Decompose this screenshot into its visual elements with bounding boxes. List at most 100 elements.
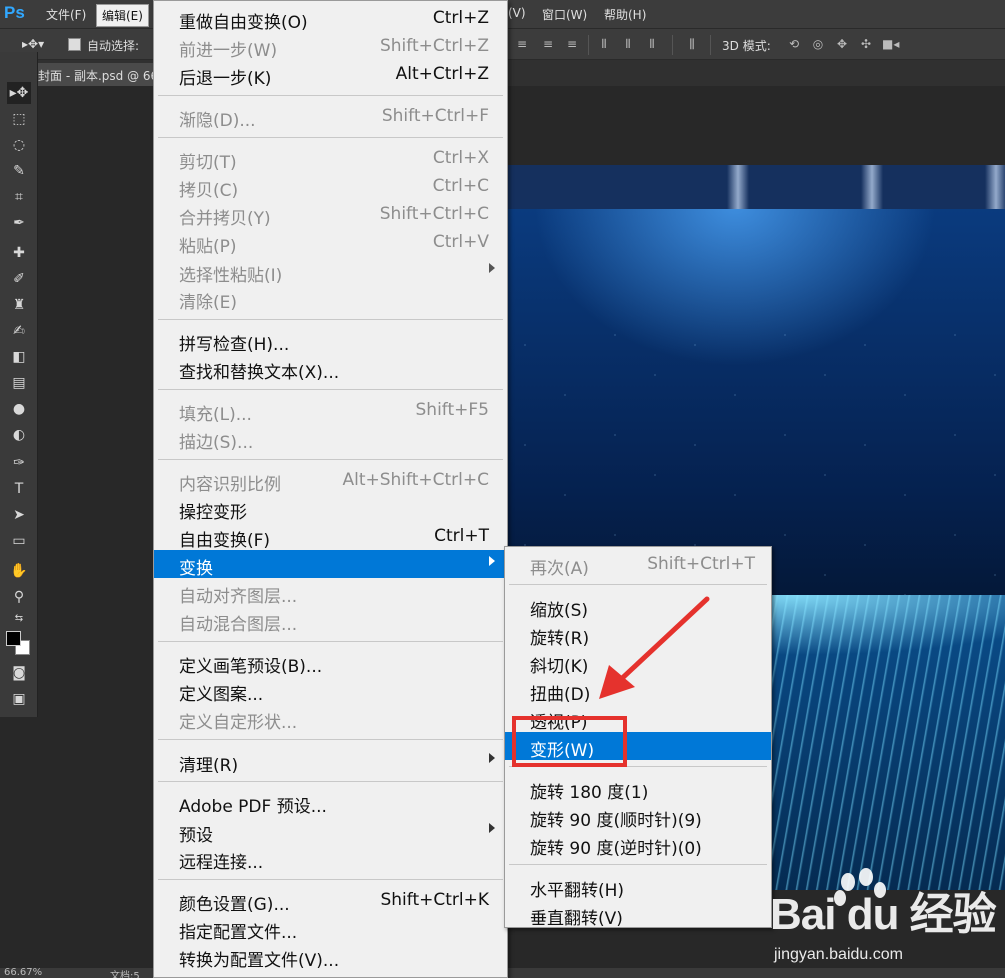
menu-item-clear[interactable]: 清除(E) bbox=[154, 284, 507, 313]
menu-item-copy-merged[interactable]: 合并拷贝(Y) Shift+Ctrl+C bbox=[154, 200, 507, 229]
align-top-icon[interactable]: ≡ bbox=[514, 37, 530, 51]
foreground-color-swatch[interactable] bbox=[6, 631, 21, 646]
lasso-tool-icon[interactable]: ◌ bbox=[7, 134, 31, 156]
stamp-tool-icon[interactable]: ♜ bbox=[7, 294, 31, 316]
3d-orbit-icon[interactable]: ⟲ bbox=[786, 37, 802, 51]
brush-tool-icon[interactable]: ✐ bbox=[7, 268, 31, 290]
3d-scale-icon[interactable]: ■◂ bbox=[882, 37, 899, 51]
quick-mask-icon[interactable]: ◙ bbox=[7, 662, 31, 684]
submenu-item-flip-vertical[interactable]: 垂直翻转(V) bbox=[505, 900, 771, 929]
menu-window[interactable]: 窗口(W) bbox=[542, 6, 587, 23]
screen-mode-icon[interactable]: ▣ bbox=[7, 688, 31, 710]
menu-help[interactable]: 帮助(H) bbox=[604, 6, 646, 23]
move-tool-preset-icon[interactable]: ▸✥▾ bbox=[22, 37, 44, 53]
toolbox: ▸✥ ⬚ ◌ ✎ ⌗ ✒ ✚ ✐ ♜ ✍ ◧ ▤ ● ◐ ✑ T ➤ ▭ ✋ ⚲… bbox=[0, 52, 38, 717]
document-tab[interactable]: 封面 - 副本.psd @ 66 bbox=[38, 63, 154, 86]
menu-item-auto-align-layers[interactable]: 自动对齐图层... bbox=[154, 578, 507, 607]
align-vcenter-icon[interactable]: ≡ bbox=[540, 37, 556, 51]
menu-item-spell-check[interactable]: 拼写检查(H)... bbox=[154, 326, 507, 355]
menu-separator bbox=[158, 739, 503, 740]
menu-item-cut[interactable]: 剪切(T) Ctrl+X bbox=[154, 144, 507, 173]
pen-tool-icon[interactable]: ✑ bbox=[7, 452, 31, 474]
crop-tool-icon[interactable]: ⌗ bbox=[7, 186, 31, 208]
menu-item-paste[interactable]: 粘贴(P) Ctrl+V bbox=[154, 228, 507, 257]
submenu-arrow-icon bbox=[489, 823, 495, 833]
menu-separator bbox=[158, 95, 503, 96]
menu-separator bbox=[158, 319, 503, 320]
zoom-tool-icon[interactable]: ⚲ bbox=[7, 586, 31, 608]
menu-item-redo[interactable]: 重做自由变换(O) Ctrl+Z bbox=[154, 4, 507, 33]
dodge-tool-icon[interactable]: ◐ bbox=[7, 424, 31, 446]
align-hcenter-icon[interactable]: ⫴ bbox=[620, 37, 636, 51]
blur-tool-icon[interactable]: ● bbox=[7, 398, 31, 420]
watermark-logo: Bai du 经验 bbox=[770, 890, 997, 939]
move-tool-icon[interactable]: ▸✥ bbox=[7, 82, 31, 104]
menu-separator bbox=[158, 641, 503, 642]
menu-item-define-brush[interactable]: 定义画笔预设(B)... bbox=[154, 648, 507, 677]
quick-select-tool-icon[interactable]: ✎ bbox=[7, 160, 31, 182]
marquee-tool-icon[interactable]: ⬚ bbox=[7, 108, 31, 130]
3d-roll-icon[interactable]: ◎ bbox=[810, 37, 826, 51]
3d-pan-icon[interactable]: ✥ bbox=[834, 37, 850, 51]
type-tool-icon[interactable]: T bbox=[7, 478, 31, 500]
align-bottom-icon[interactable]: ≡ bbox=[564, 37, 580, 51]
menu-item-stroke[interactable]: 描边(S)... bbox=[154, 424, 507, 453]
menu-item-remote-connections[interactable]: 远程连接... bbox=[154, 844, 507, 873]
align-left-icon[interactable]: ⫴ bbox=[596, 37, 612, 51]
menu-item-auto-blend-layers[interactable]: 自动混合图层... bbox=[154, 606, 507, 635]
menu-item-adobe-pdf-presets[interactable]: Adobe PDF 预设... bbox=[154, 788, 507, 817]
menu-item-fill[interactable]: 填充(L)... Shift+F5 bbox=[154, 396, 507, 425]
menu-item-find-replace[interactable]: 查找和替换文本(X)... bbox=[154, 354, 507, 383]
menu-item-transform[interactable]: 变换 bbox=[154, 550, 507, 579]
gradient-tool-icon[interactable]: ▤ bbox=[7, 372, 31, 394]
menu-item-step-backward[interactable]: 后退一步(K) Alt+Ctrl+Z bbox=[154, 60, 507, 89]
align-right-icon[interactable]: ⫴ bbox=[644, 37, 660, 51]
submenu-item-rotate-90-ccw[interactable]: 旋转 90 度(逆时针)(0) bbox=[505, 830, 771, 859]
zoom-level[interactable]: 66.67% bbox=[4, 967, 42, 978]
menu-separator bbox=[158, 459, 503, 460]
watermark-url: jingyan.baidu.com bbox=[774, 946, 903, 963]
path-select-tool-icon[interactable]: ➤ bbox=[7, 504, 31, 526]
submenu-item-again[interactable]: 再次(A) Shift+Ctrl+T bbox=[505, 550, 771, 579]
menu-edit[interactable]: 编辑(E) bbox=[96, 4, 149, 27]
eyedropper-tool-icon[interactable]: ✒ bbox=[7, 212, 31, 234]
menu-view[interactable]: (V) bbox=[508, 6, 526, 20]
menu-separator bbox=[509, 864, 767, 865]
hand-tool-icon[interactable]: ✋ bbox=[7, 560, 31, 582]
options-separator bbox=[710, 35, 711, 55]
3d-slide-icon[interactable]: ✣ bbox=[858, 37, 874, 51]
menu-item-purge[interactable]: 清理(R) bbox=[154, 747, 507, 776]
auto-align-icon[interactable]: ⫼ bbox=[684, 37, 700, 51]
menu-item-define-pattern[interactable]: 定义图案... bbox=[154, 676, 507, 705]
menu-item-content-aware-scale[interactable]: 内容识别比例 Alt+Shift+Ctrl+C bbox=[154, 466, 507, 495]
menu-item-puppet-warp[interactable]: 操控变形 bbox=[154, 494, 507, 523]
menu-item-convert-profile[interactable]: 转换为配置文件(V)... bbox=[154, 942, 507, 971]
annotation-arrow-icon bbox=[599, 596, 710, 699]
menu-item-define-custom-shape[interactable]: 定义自定形状... bbox=[154, 704, 507, 733]
menu-item-presets[interactable]: 预设 bbox=[154, 817, 507, 846]
options-separator bbox=[672, 35, 673, 55]
menu-file[interactable]: 文件(F) bbox=[46, 6, 86, 23]
menu-separator bbox=[158, 781, 503, 782]
submenu-item-rotate-90-cw[interactable]: 旋转 90 度(顺时针)(9) bbox=[505, 802, 771, 831]
menu-item-free-transform[interactable]: 自由变换(F) Ctrl+T bbox=[154, 522, 507, 551]
history-brush-icon[interactable]: ✍ bbox=[7, 320, 31, 342]
swap-colors-icon[interactable]: ⇆ bbox=[7, 608, 31, 630]
eraser-tool-icon[interactable]: ◧ bbox=[7, 346, 31, 368]
menu-item-paste-special[interactable]: 选择性粘贴(I) bbox=[154, 257, 507, 286]
ceiling-light bbox=[985, 165, 1005, 209]
ceiling-light bbox=[861, 165, 883, 209]
menu-item-color-settings[interactable]: 颜色设置(G)... Shift+Ctrl+K bbox=[154, 886, 507, 915]
menu-item-step-forward[interactable]: 前进一步(W) Shift+Ctrl+Z bbox=[154, 32, 507, 61]
healing-brush-icon[interactable]: ✚ bbox=[7, 242, 31, 264]
options-separator bbox=[588, 35, 589, 55]
submenu-item-rotate-180[interactable]: 旋转 180 度(1) bbox=[505, 774, 771, 803]
auto-select-label: 自动选择: bbox=[87, 39, 140, 53]
shape-tool-icon[interactable]: ▭ bbox=[7, 530, 31, 552]
menu-item-assign-profile[interactable]: 指定配置文件... bbox=[154, 914, 507, 943]
menu-item-copy[interactable]: 拷贝(C) Ctrl+C bbox=[154, 172, 507, 201]
submenu-item-flip-horizontal[interactable]: 水平翻转(H) bbox=[505, 872, 771, 901]
menu-item-fade[interactable]: 渐隐(D)... Shift+Ctrl+F bbox=[154, 102, 507, 131]
auto-select-checkbox[interactable] bbox=[68, 38, 81, 51]
submenu-arrow-icon bbox=[489, 753, 495, 763]
